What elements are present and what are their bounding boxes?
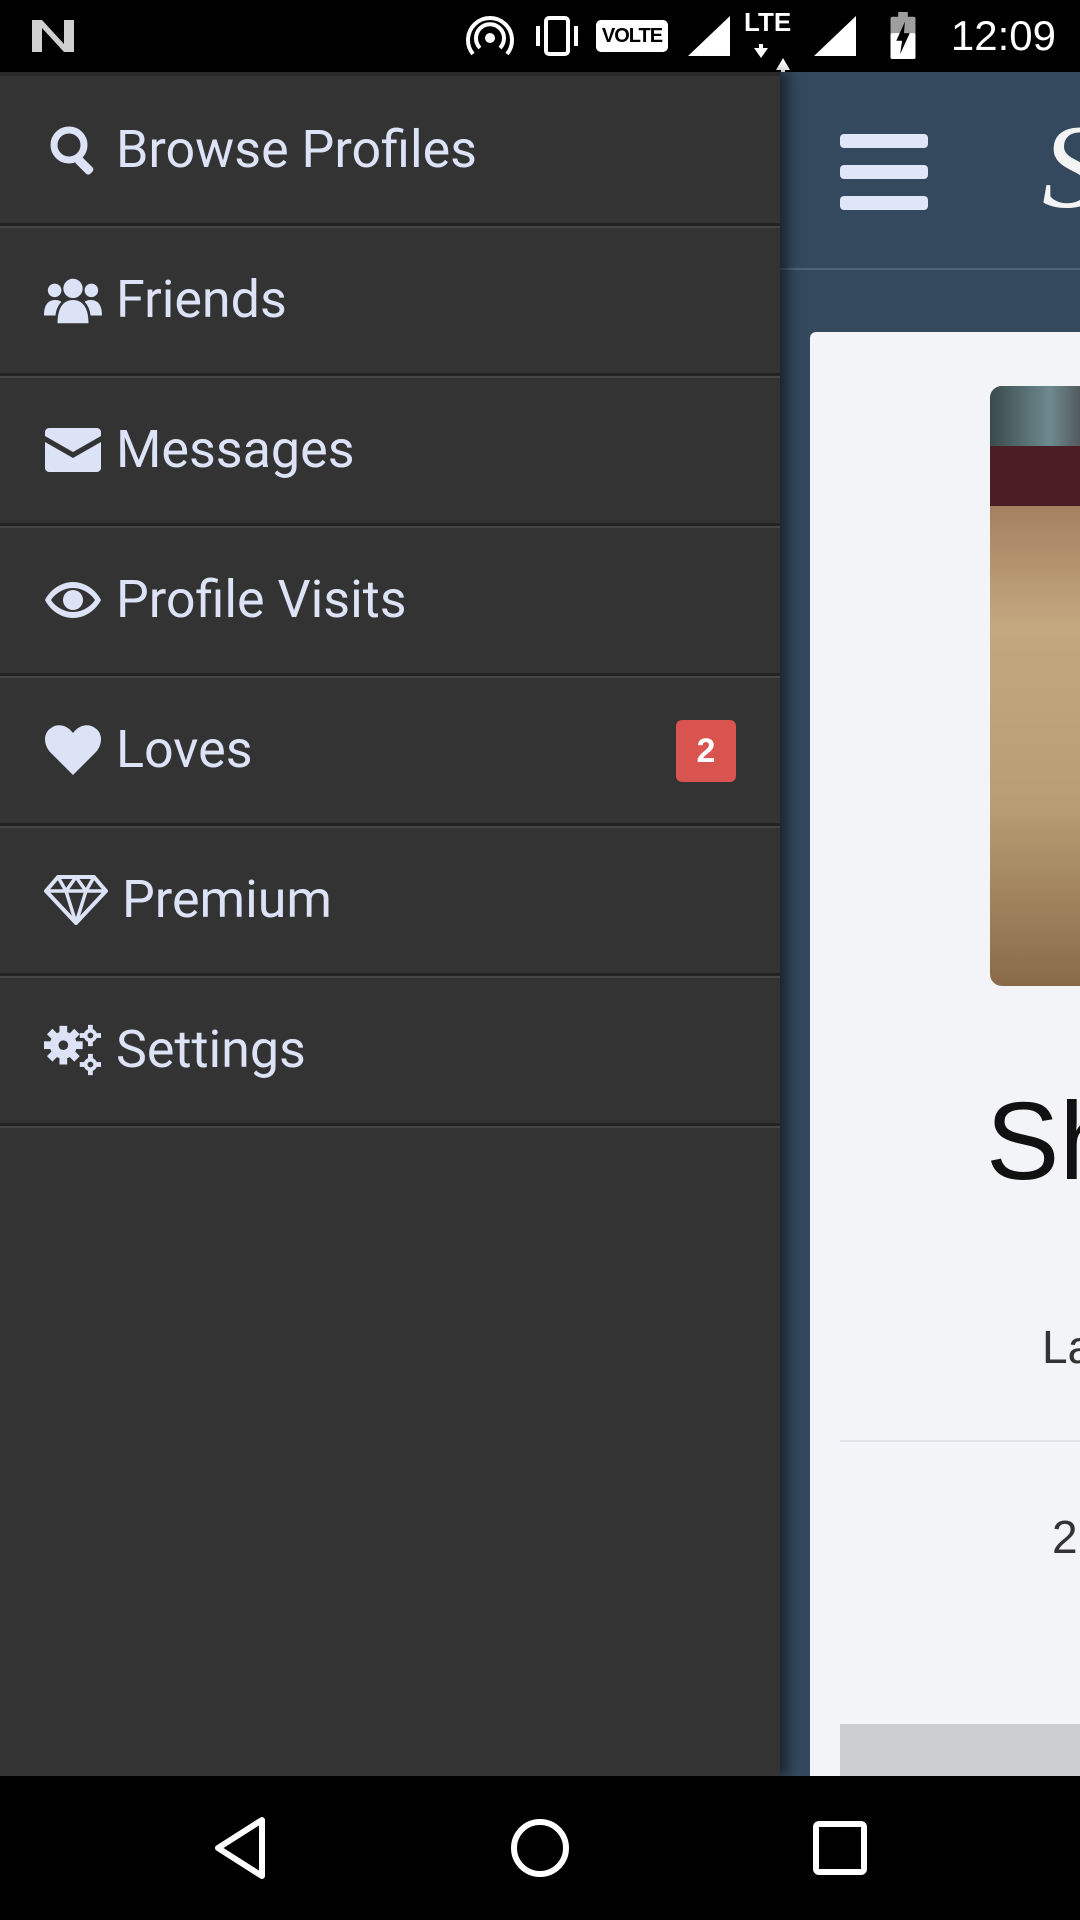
signal-icon [688, 16, 730, 56]
vibrate-icon [536, 16, 578, 56]
signal-2-icon [814, 16, 856, 56]
menu-item-settings[interactable]: Settings [0, 976, 780, 1126]
recents-icon[interactable] [804, 1812, 876, 1884]
action-area[interactable] [840, 1724, 1080, 1776]
menu-item-friends[interactable]: Friends [0, 226, 780, 376]
menu-item-label: Friends [116, 268, 287, 330]
eye-icon [44, 571, 102, 629]
menu-item-label: Loves [116, 718, 253, 780]
clock: 12:09 [950, 12, 1056, 59]
menu-item-browse-profiles[interactable]: Browse Profiles [0, 76, 780, 226]
volte-badge: VOLTE [596, 20, 668, 52]
app-background: S Sh La 2 [780, 72, 1080, 1776]
card-divider [840, 1440, 1080, 1442]
status-bar: VOLTE LTE 12:09 [0, 0, 1080, 72]
menu-item-label: Settings [116, 1018, 306, 1080]
network-type: LTE [744, 7, 792, 37]
heart-icon [44, 721, 102, 779]
profile-photo[interactable] [990, 386, 1080, 986]
menu-item-label: Premium [122, 868, 333, 930]
navigation-drawer: Browse Profiles Friends Messages Profile… [0, 72, 780, 1776]
system-nav-bar [0, 1776, 1080, 1920]
profile-age: 2 [1052, 1511, 1078, 1563]
loves-count-badge: 2 [676, 720, 736, 782]
back-icon[interactable] [206, 1812, 278, 1884]
home-icon[interactable] [504, 1812, 576, 1884]
cogs-icon [44, 1021, 102, 1079]
menu-item-profile-visits[interactable]: Profile Visits [0, 526, 780, 676]
menu-item-premium[interactable]: Premium [0, 826, 780, 976]
menu-toggle-button[interactable] [840, 134, 928, 210]
diamond-icon [44, 871, 108, 929]
menu-item-label: Browse Profiles [116, 118, 478, 180]
battery-charging-icon [890, 12, 916, 60]
app-header: S [780, 72, 1080, 270]
menu-item-loves[interactable]: Loves 2 [0, 676, 780, 826]
hotspot-icon [466, 16, 514, 56]
menu-item-label: Profile Visits [116, 568, 407, 630]
menu-item-messages[interactable]: Messages [0, 376, 780, 526]
users-icon [44, 271, 102, 329]
search-icon [44, 121, 102, 179]
menu-item-label: Messages [116, 418, 355, 480]
notification-n-icon [32, 20, 74, 52]
profile-name: Sh [986, 1080, 1080, 1203]
app-logo: S [1042, 102, 1080, 232]
envelope-icon [44, 421, 102, 479]
profile-location: La [1042, 1321, 1080, 1373]
